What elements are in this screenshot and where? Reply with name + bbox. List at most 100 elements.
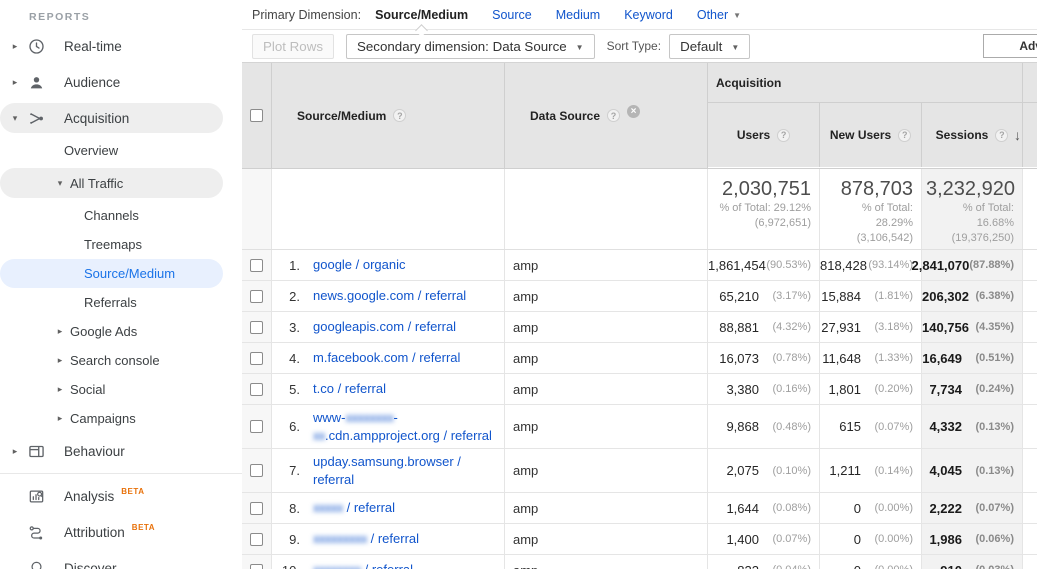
caret-right-icon[interactable]: ▸ [8, 41, 22, 52]
row-rank: 10. [278, 563, 300, 569]
summary-row: 2,030,751 % of Total: 29.12% (6,972,651)… [242, 169, 1037, 250]
caret-right-icon[interactable]: ▸ [54, 384, 66, 395]
column-header-data-source[interactable]: Data Source ? × [505, 63, 708, 168]
sidebar-item-discover[interactable]: Discover [0, 550, 242, 569]
column-header-users[interactable]: Users? [708, 103, 820, 167]
caret-right-icon[interactable]: ▸ [54, 355, 66, 366]
primary-dimension-tab-other[interactable]: Other ▼ [697, 8, 741, 22]
summary-source-cell [272, 169, 505, 249]
sidebar-item-campaigns[interactable]: ▸ Campaigns [0, 404, 242, 433]
remove-secondary-dimension-icon[interactable]: × [627, 105, 641, 118]
summary-checkbox-cell [242, 169, 272, 249]
new-users-cell: 1,211 (0.14%) [820, 449, 922, 493]
caret-down-icon[interactable]: ▾ [8, 113, 22, 124]
table-row: 9. xxxxxxxxx / referral amp 1,400 (0.07%)… [242, 524, 1037, 556]
source-link[interactable]: news.google.com / referral [313, 287, 466, 305]
source-medium-cell: 5. t.co / referral [272, 374, 505, 404]
caret-right-icon[interactable]: ▸ [8, 446, 22, 457]
row-rank: 4. [289, 350, 300, 366]
sidebar-item-real-time[interactable]: ▸ Real-time [0, 28, 242, 64]
sidebar-item-social[interactable]: ▸ Social [0, 375, 242, 404]
source-link[interactable]: xxxxxxxxx / referral [313, 530, 419, 548]
help-icon[interactable]: ? [607, 109, 621, 122]
row-checkbox[interactable] [250, 501, 263, 515]
sidebar-item-search-console[interactable]: ▸ Search console [0, 346, 242, 375]
source-link[interactable]: google / organic [313, 256, 406, 274]
discover-icon [26, 558, 46, 569]
row-checkbox[interactable] [250, 382, 263, 396]
column-header-new-users[interactable]: New Users? [820, 103, 922, 167]
source-link[interactable]: xxxxx / referral [313, 499, 395, 517]
secondary-dimension-dropdown[interactable]: Secondary dimension: Data Source ▼ [346, 33, 595, 59]
sidebar-item-google-ads[interactable]: ▸ Google Ads [0, 317, 242, 346]
person-icon [26, 72, 46, 92]
help-icon[interactable]: ? [777, 128, 791, 142]
sidebar-item-behaviour[interactable]: ▸ Behaviour [0, 433, 242, 469]
caret-down-icon[interactable]: ▾ [54, 178, 66, 189]
select-all-checkbox[interactable] [250, 109, 263, 122]
sidebar-item-source-medium[interactable]: Source/Medium [0, 259, 223, 288]
help-icon[interactable]: ? [995, 128, 1009, 142]
row-checkbox[interactable] [250, 563, 263, 569]
primary-dimension-tab-keyword[interactable]: Keyword [624, 8, 673, 22]
column-header-source-medium[interactable]: Source/Medium ? [272, 63, 505, 168]
source-link[interactable]: xxxxxxxx / referral [313, 561, 413, 569]
row-rank: 8. [289, 500, 300, 516]
summary-data-source-cell [505, 169, 708, 249]
sessions-cell: 7,734 (0.24%) [922, 374, 1023, 404]
row-rank: 7. [289, 463, 300, 479]
column-header-sessions[interactable]: Sessions? ↓ [922, 103, 1023, 167]
row-checkbox[interactable] [250, 289, 263, 303]
row-checkbox[interactable] [250, 351, 263, 365]
source-link[interactable]: m.facebook.com / referral [313, 349, 460, 367]
data-source-cell: amp [505, 493, 708, 524]
help-icon[interactable]: ? [393, 109, 407, 122]
row-checkbox[interactable] [250, 258, 263, 272]
sidebar-item-attribution[interactable]: Attribution BETA [0, 514, 242, 550]
primary-dimension-tab-source[interactable]: Source [492, 8, 532, 22]
sidebar-item-label: Google Ads [70, 324, 138, 339]
source-link[interactable]: googleapis.com / referral [313, 318, 456, 336]
report-table: Source/Medium ? Data Source ? × Acquisit… [242, 62, 1037, 569]
row-checkbox[interactable] [250, 464, 263, 478]
sidebar-item-label: Social [70, 382, 106, 397]
row-checkbox[interactable] [250, 532, 263, 546]
sidebar-item-analysis[interactable]: Analysis BETA [0, 478, 242, 514]
sidebar-item-label: Attribution [64, 524, 125, 540]
advanced-filter-button[interactable]: Advanced [983, 34, 1037, 58]
primary-dimension-tab-source-medium[interactable]: Source/Medium [375, 8, 468, 37]
row-checkbox[interactable] [250, 320, 263, 334]
sort-descending-icon[interactable]: ↓ [1014, 127, 1021, 143]
sidebar-item-acquisition[interactable]: ▾ Acquisition [0, 103, 223, 133]
source-medium-cell: 4. m.facebook.com / referral [272, 343, 505, 373]
row-checkbox[interactable] [250, 420, 263, 434]
sidebar-item-label: Discover [64, 560, 117, 569]
sidebar-item-overview[interactable]: Overview [0, 136, 242, 165]
source-medium-cell: 10. xxxxxxxx / referral [272, 555, 505, 569]
data-source-cell: amp [505, 555, 708, 569]
sidebar-item-all-traffic[interactable]: ▾ All Traffic [0, 168, 223, 198]
caret-right-icon[interactable]: ▸ [54, 413, 66, 424]
sidebar-divider [0, 473, 242, 474]
primary-dimension-bar: Primary Dimension: Source/Medium Source Me… [242, 0, 1037, 37]
help-icon[interactable]: ? [898, 128, 912, 142]
caret-right-icon[interactable]: ▸ [54, 326, 66, 337]
header-checkbox-cell [242, 63, 272, 168]
caret-right-icon[interactable]: ▸ [8, 77, 22, 88]
source-link[interactable]: upday.samsung.browser / referral [313, 453, 500, 488]
sidebar-item-channels[interactable]: Channels [0, 201, 242, 230]
sort-type-dropdown[interactable]: Default ▼ [669, 33, 751, 59]
plot-rows-button[interactable]: Plot Rows [252, 33, 334, 59]
next-column-cut-cell [1023, 343, 1037, 373]
sidebar-item-referrals[interactable]: Referrals [0, 288, 242, 317]
sessions-cell: 910(0.03%) [922, 555, 1023, 569]
sidebar-item-treemaps[interactable]: Treemaps [0, 230, 242, 259]
source-link[interactable]: www-xxxxxxxx-xx.cdn.ampproject.org / ref… [313, 409, 492, 444]
primary-dimension-tab-medium[interactable]: Medium [556, 8, 600, 22]
data-source-cell: amp [505, 312, 708, 342]
row-rank: 3. [289, 319, 300, 335]
source-link[interactable]: t.co / referral [313, 380, 386, 398]
sessions-cell: 4,045 (0.13%) [922, 449, 1023, 493]
analysis-icon [26, 486, 46, 506]
sidebar-item-audience[interactable]: ▸ Audience [0, 64, 242, 100]
